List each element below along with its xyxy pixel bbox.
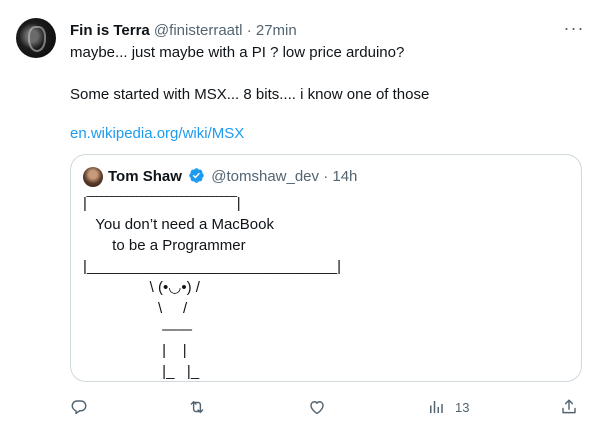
verified-badge-icon [189, 168, 204, 183]
like-button[interactable] [308, 394, 326, 420]
quote-ascii-art: |‾‾‾‾‾‾‾‾‾‾‾‾‾‾‾‾‾‾‾‾‾‾‾‾‾‾‾‾‾‾| You don… [83, 195, 342, 380]
tweet-time[interactable]: 27min [256, 22, 297, 39]
quote-separator: · [323, 168, 329, 185]
quote-author-name: Tom Shaw [108, 168, 182, 185]
tweet-text-line-1: maybe... just maybe with a PI ? low pric… [70, 44, 405, 61]
reply-icon [71, 400, 87, 415]
author-handle[interactable]: @finisterraatl [154, 22, 243, 39]
views-button[interactable]: 13 [427, 394, 469, 420]
like-icon [310, 401, 324, 415]
tweet-link[interactable]: en.wikipedia.org/wiki/MSX [70, 124, 244, 144]
quote-author-handle: @tomshaw_dev [211, 168, 320, 185]
quote-author-avatar [83, 167, 103, 187]
tweet[interactable]: Fin is Terra @finisterraatl · 27min ··· … [0, 0, 596, 423]
tweet-text-line-2: Some started with MSX... 8 bits.... i kn… [70, 86, 430, 103]
more-options-button[interactable]: ··· [562, 18, 586, 42]
views-icon [430, 401, 443, 413]
share-icon [562, 399, 576, 414]
author-name[interactable]: Fin is Terra [70, 22, 150, 39]
quote-header: Tom Shaw @tomshaw_dev · 14h [108, 167, 357, 187]
reply-button[interactable] [70, 394, 88, 420]
tweet-header: Fin is Terra @finisterraatl · 27min [70, 21, 297, 41]
retweet-icon [190, 401, 204, 413]
views-count: 13 [455, 399, 470, 415]
author-avatar[interactable] [16, 18, 56, 58]
share-button[interactable] [560, 394, 578, 420]
action-bar: 13 [70, 394, 582, 420]
quoted-tweet[interactable]: Tom Shaw @tomshaw_dev · 14h |‾‾‾‾‾‾‾‾‾‾‾… [70, 154, 582, 382]
more-horizontal-icon: ··· [563, 18, 585, 38]
quote-time: 14h [332, 168, 358, 185]
retweet-button[interactable] [188, 394, 206, 420]
header-separator: · [246, 22, 252, 39]
